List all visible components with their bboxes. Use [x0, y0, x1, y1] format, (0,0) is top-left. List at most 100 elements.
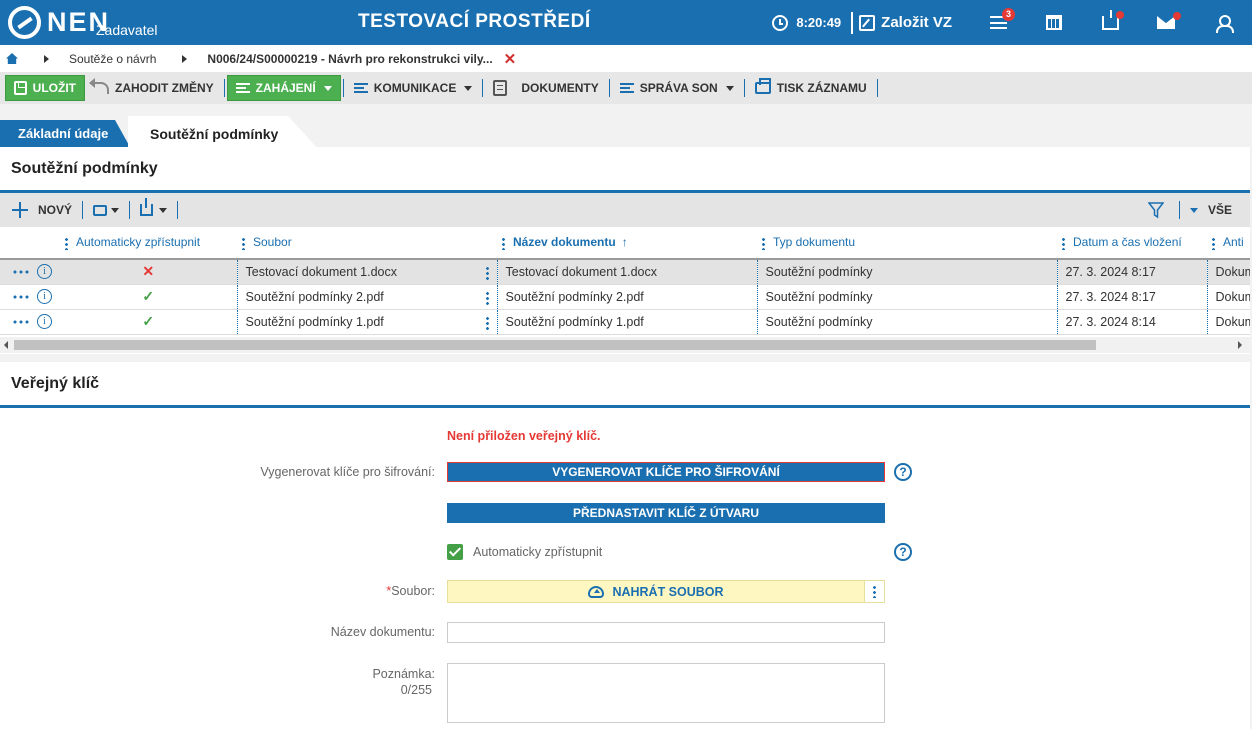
save-label: ULOŽIT	[32, 81, 76, 95]
upload-menu-button[interactable]	[864, 581, 884, 602]
horizontal-scrollbar[interactable]	[0, 337, 1250, 353]
close-icon[interactable]: ✕	[504, 50, 517, 68]
scrollbar-thumb[interactable]	[14, 340, 1096, 350]
cell-file[interactable]: Soutěžní podmínky 1.pdf	[236, 309, 497, 335]
column-menu-icon[interactable]	[762, 236, 765, 250]
more-horizontal-icon[interactable]	[12, 294, 30, 299]
auto-publish-label: Automaticky zpřístupnit	[473, 545, 603, 559]
header-auto-publish[interactable]: Automaticky zpřístupnit	[60, 227, 237, 260]
info-icon[interactable]: i	[37, 264, 52, 280]
column-menu-icon[interactable]	[65, 236, 68, 250]
more-vertical-icon[interactable]	[485, 266, 489, 280]
header-document-name[interactable]: Název dokumentu ↑	[497, 227, 757, 260]
table-row[interactable]: i ✓ Soutěžní podmínky 1.pdf Soutěžní podmín…	[0, 309, 1250, 335]
note-label-wrap: Poznámka: 0/255	[372, 666, 435, 698]
cell-document-type: Soutěžní podmínky	[756, 259, 1057, 285]
file-label-wrap: *Soubor:	[386, 584, 435, 598]
header-document-type[interactable]: Typ dokumentu	[757, 227, 1057, 260]
discard-changes-button[interactable]: ZAHODIT ZMĚNY	[85, 75, 222, 101]
note-label: Poznámka:	[372, 667, 435, 681]
more-vertical-icon	[873, 585, 876, 598]
column-menu-icon[interactable]	[242, 236, 245, 250]
user-button[interactable]	[1194, 0, 1252, 45]
cell-file[interactable]: Testovací dokument 1.docx	[236, 259, 497, 285]
more-vertical-icon[interactable]	[485, 290, 489, 305]
header-date[interactable]: Datum a čas vložení	[1057, 227, 1207, 260]
print-icon[interactable]	[93, 204, 108, 216]
caret-down-icon	[1189, 207, 1198, 213]
tab-basic-info[interactable]: Základní údaje	[0, 120, 130, 147]
top-right-tools: 8:20:49 Založit VZ 3	[772, 0, 1252, 45]
help-icon[interactable]: ?	[894, 543, 912, 561]
nen-logo[interactable]: NEN	[8, 6, 110, 39]
new-button[interactable]: NOVÝ	[38, 203, 72, 217]
scroll-right-icon[interactable]	[1238, 341, 1242, 349]
top-bar: NEN Zadavatel TESTOVACÍ PROSTŘEDÍ 8:20:4…	[0, 0, 1252, 45]
more-vertical-icon[interactable]	[485, 315, 489, 330]
inbox-button[interactable]	[1082, 0, 1138, 45]
cell-document-name: Soutěžní podmínky 1.pdf	[496, 309, 757, 335]
header-label: Název dokumentu	[513, 235, 616, 250]
cell-document-type: Soutěžní podmínky	[756, 284, 1057, 310]
filter-icon[interactable]	[1148, 202, 1164, 219]
grid-toolbar-divider	[1178, 201, 1180, 219]
column-menu-icon[interactable]	[1062, 236, 1065, 250]
chevron-right-icon	[44, 54, 49, 63]
home-icon[interactable]	[6, 53, 18, 64]
start-dropdown-button[interactable]: ZAHÁJENÍ	[226, 75, 341, 101]
document-name-input[interactable]	[447, 622, 885, 643]
upload-file-button[interactable]: NAHRÁT SOUBOR	[448, 585, 864, 599]
scroll-left-icon[interactable]	[4, 341, 8, 349]
cell-extra: Dokum	[1206, 309, 1250, 335]
menu-button[interactable]: 3	[970, 0, 1026, 45]
view-filter[interactable]: VŠE	[1178, 193, 1232, 227]
conditions-title: Soutěžní podmínky	[0, 147, 1250, 193]
info-icon[interactable]: i	[37, 289, 52, 305]
tab-bar: Základní údaje Soutěžní podmínky	[0, 104, 1252, 151]
column-menu-icon[interactable]	[1212, 236, 1215, 250]
info-icon[interactable]: i	[37, 314, 52, 330]
caret-down-icon[interactable]	[111, 207, 120, 213]
upload-label: NAHRÁT SOUBOR	[612, 584, 724, 599]
export-icon[interactable]	[140, 198, 154, 216]
more-horizontal-icon[interactable]	[12, 269, 30, 274]
save-button[interactable]: ULOŽIT	[5, 75, 85, 101]
son-management-dropdown-button[interactable]: SPRÁVA SON	[612, 75, 742, 101]
create-vz-button[interactable]: Založit VZ	[851, 11, 962, 34]
more-horizontal-icon[interactable]	[12, 319, 30, 324]
caret-down-icon[interactable]	[159, 207, 168, 213]
row-actions: i	[0, 259, 60, 285]
cell-text: Soutěžní podmínky	[765, 289, 873, 304]
cell-file[interactable]: Soutěžní podmínky 2.pdf	[236, 284, 497, 310]
table-row[interactable]: i ✓ Soutěžní podmínky 2.pdf Soutěžní podmín…	[0, 284, 1250, 310]
caret-down-icon	[464, 85, 473, 91]
add-icon[interactable]	[12, 202, 28, 218]
header-file[interactable]: Soubor	[237, 227, 497, 260]
note-textarea[interactable]	[447, 663, 885, 723]
print-label: TISK ZÁZNAMU	[776, 81, 867, 95]
communication-dropdown-button[interactable]: KOMUNIKACE	[346, 75, 481, 101]
documents-button[interactable]: DOKUMENTY	[485, 75, 606, 101]
auto-publish-checkbox[interactable]	[447, 544, 463, 560]
mail-notification-dot	[1173, 12, 1181, 20]
breadcrumb-item-competitions[interactable]: Soutěže o návrh	[69, 52, 156, 66]
table-row[interactable]: i ✕ Testovací dokument 1.docx Testovací dok…	[0, 259, 1250, 285]
calendar-button[interactable]	[1026, 0, 1082, 45]
column-menu-icon[interactable]	[502, 236, 505, 250]
header-extra[interactable]: Anti	[1207, 227, 1250, 260]
create-vz-label: Založit VZ	[881, 14, 952, 31]
help-icon[interactable]: ?	[894, 463, 912, 481]
mail-button[interactable]	[1138, 0, 1194, 45]
print-record-button[interactable]: TISK ZÁZNAMU	[747, 75, 875, 101]
generate-keys-button[interactable]: VYGENEROVAT KLÍČE PRO ŠIFROVÁNÍ	[447, 462, 885, 482]
grid-toolbar: NOVÝ VŠE	[0, 193, 1250, 227]
toolbar-divider	[876, 79, 878, 97]
cell-date: 27. 3. 2024 8:17	[1056, 259, 1207, 285]
preset-key-button[interactable]: PŘEDNASTAVIT KLÍČ Z ÚTVARU	[447, 503, 885, 523]
breadcrumb-item-current[interactable]: N006/24/S00000219 - Návrh pro rekonstruk…	[207, 52, 492, 66]
tab-competition-conditions[interactable]: Soutěžní podmínky	[128, 116, 320, 151]
save-icon	[14, 81, 27, 95]
grid-toolbar-divider	[82, 201, 84, 219]
cross-icon: ✕	[142, 263, 155, 280]
file-upload: NAHRÁT SOUBOR	[447, 580, 885, 603]
